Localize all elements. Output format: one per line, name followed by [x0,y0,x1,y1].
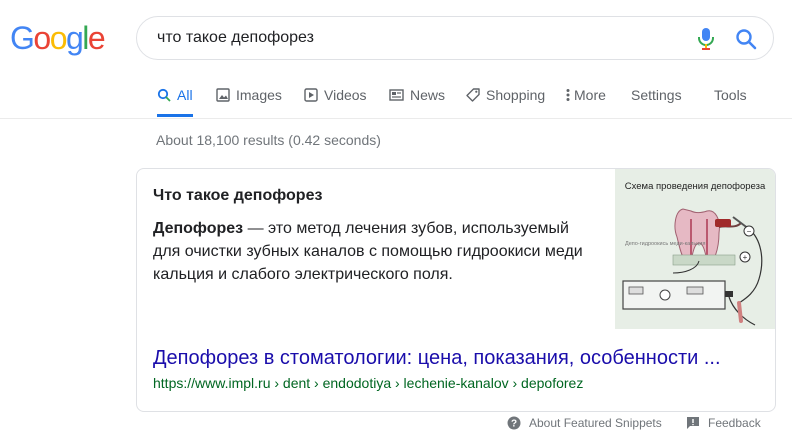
google-logo[interactable]: Google [10,18,106,58]
image-minus: − [747,227,752,236]
logo-letter: o [33,20,51,56]
image-label: Депо-гидроокись меди-кальция [625,241,705,247]
result-title-link[interactable]: Депофорез в стоматологии: цена, показани… [153,347,721,370]
tab-tools[interactable]: Tools [714,80,747,116]
tab-all[interactable]: All [157,80,193,117]
tab-label: Tools [714,87,747,103]
snippet-image[interactable]: Схема проведения депофореза Депо-гидроок… [615,169,775,329]
image-plus: + [743,253,748,262]
dots-vertical-icon [566,89,570,101]
tab-shopping[interactable]: Shopping [466,80,545,116]
logo-letter: o [49,20,68,56]
header-divider [0,118,792,119]
search-tabs: All Images Videos News Shopping More Set… [0,80,792,118]
search-icon [157,88,171,102]
newspaper-icon [389,89,404,101]
feedback-link[interactable]: Feedback [686,416,761,430]
feedback-icon [687,417,699,429]
tab-videos[interactable]: Videos [304,80,367,116]
tab-images[interactable]: Images [216,80,282,116]
result-url[interactable]: https://www.impl.ru › dent › endodotiya … [153,375,583,391]
tab-news[interactable]: News [389,80,445,116]
tab-label: Videos [324,87,367,103]
snippet-body: Депофорез — это метод лечения зубов, исп… [153,217,593,286]
microphone-icon[interactable] [697,27,715,51]
tab-label: Images [236,87,282,103]
about-featured-snippets-label: About Featured Snippets [529,416,662,430]
tab-settings[interactable]: Settings [631,80,682,116]
tab-more[interactable]: More [566,80,606,116]
image-caption: Схема проведения депофореза [625,181,766,192]
magnifier-icon[interactable] [735,28,757,50]
image-icon [216,88,230,102]
tab-label: Settings [631,87,682,103]
snippet-keyword: Депофорез [153,220,244,237]
logo-letter: g [65,20,84,56]
featured-snippet-card: Что такое депофорез Депофорез — это мето… [136,168,776,412]
tab-label: All [177,87,193,103]
search-input[interactable] [157,17,677,59]
about-featured-snippets[interactable]: ? About Featured Snippets [507,416,662,430]
help-icon: ? [507,416,521,430]
feedback-label: Feedback [708,416,761,430]
svg-text:?: ? [511,419,517,430]
result-stats: About 18,100 results (0.42 seconds) [156,132,381,148]
logo-letter: e [87,20,106,56]
tab-label: News [410,87,446,103]
tag-icon [466,88,480,102]
snippet-title: Что такое депофорез [153,187,323,204]
logo-letter: G [10,20,35,56]
search-box[interactable] [136,16,774,60]
tab-label: More [574,87,606,103]
tab-label: Shopping [486,87,546,103]
play-icon [304,88,318,102]
